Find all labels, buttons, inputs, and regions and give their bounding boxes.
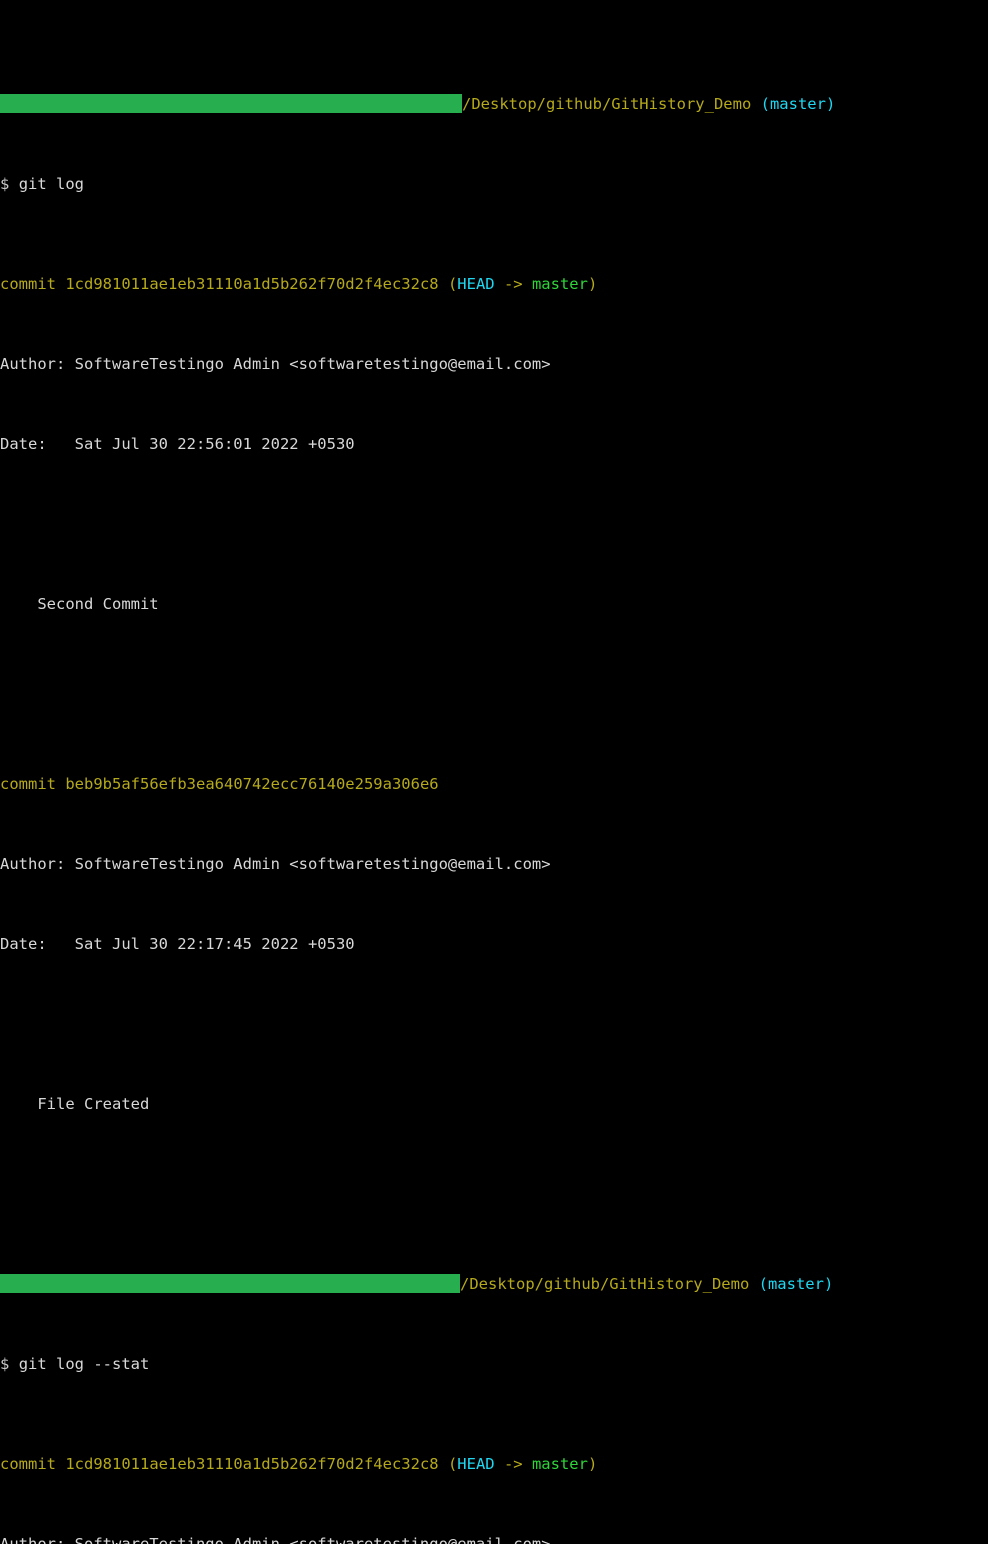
date-value-previous: Sat Jul 30 22:17:45 2022 +0530	[74, 935, 355, 953]
date-label-previous: Date:	[0, 935, 75, 953]
command-gap-2	[9, 1355, 18, 1373]
commit-ref-arrow-head-stat: ->	[494, 1455, 532, 1473]
commit-line-previous: commit beb9b5af56efb3ea640742ecc76140e25…	[0, 774, 988, 794]
prompt-branch-2: (master)	[758, 1275, 834, 1293]
commit-label-head-stat: commit	[0, 1455, 56, 1473]
command-line-1: $ git log	[0, 174, 988, 194]
author-value-head-stat: SoftwareTestingo Admin <softwaretestingo…	[74, 1535, 551, 1544]
redacted-user-host-block-2	[0, 1274, 460, 1293]
commit-space-head	[56, 275, 65, 293]
author-line-previous: Author: SoftwareTestingo Admin <software…	[0, 854, 988, 874]
commit-ref-branch-head-stat: master	[531, 1455, 588, 1473]
author-label-head: Author:	[0, 355, 75, 373]
commit-ref-branch-head: master	[531, 275, 588, 293]
terminal-window[interactable]: /Desktop/github/GitHistory_Demo (master)…	[0, 0, 988, 1544]
prompt-space-1	[751, 95, 760, 113]
prompt-symbol-1: $	[0, 175, 10, 193]
command-text-1: git log	[18, 175, 85, 193]
author-label-previous: Author:	[0, 855, 75, 873]
author-value-previous: SoftwareTestingo Admin <softwaretestingo…	[74, 855, 551, 873]
commit-ref-head-pointer-stat: HEAD	[457, 1455, 495, 1473]
date-line-head: Date: Sat Jul 30 22:56:01 2022 +0530	[0, 434, 988, 454]
command-text-2: git log --stat	[18, 1355, 150, 1373]
prompt-path-2: /Desktop/github/GitHistory_Demo	[460, 1275, 750, 1293]
command-gap-1	[9, 175, 18, 193]
date-value-head: Sat Jul 30 22:56:01 2022 +0530	[74, 435, 355, 453]
commit-hash-head: 1cd981011ae1eb31110a1d5b262f70d2f4ec32c8	[65, 275, 439, 293]
commit-ref-close-head: )	[587, 275, 598, 293]
commit-space-head-stat	[56, 1455, 65, 1473]
commit-label-previous: commit	[0, 775, 56, 793]
prompt-line-2: /Desktop/github/GitHistory_Demo (master)	[0, 1274, 988, 1294]
commit-message-head: Second Commit	[0, 595, 159, 613]
prompt-line-1: /Desktop/github/GitHistory_Demo (master)	[0, 94, 988, 114]
prompt-branch-1: (master)	[760, 95, 836, 113]
author-label-head-stat: Author:	[0, 1535, 75, 1544]
author-line-head-stat: Author: SoftwareTestingo Admin <software…	[0, 1534, 988, 1544]
commit-ref-head-pointer: HEAD	[457, 275, 495, 293]
commit-hash-head-stat: 1cd981011ae1eb31110a1d5b262f70d2f4ec32c8	[65, 1455, 439, 1473]
author-value-head: SoftwareTestingo Admin <softwaretestingo…	[74, 355, 551, 373]
commit-line-head-stat: commit 1cd981011ae1eb31110a1d5b262f70d2f…	[0, 1454, 988, 1474]
commit-ref-arrow-head: ->	[494, 275, 532, 293]
command-line-2: $ git log --stat	[0, 1354, 988, 1374]
commit-message-previous: File Created	[0, 1095, 150, 1113]
author-line-head: Author: SoftwareTestingo Admin <software…	[0, 354, 988, 374]
commit-label-head: commit	[0, 275, 56, 293]
prompt-path-1: /Desktop/github/GitHistory_Demo	[462, 95, 752, 113]
prompt-space-2	[749, 1275, 758, 1293]
commit-ref-open-head: (	[438, 275, 458, 293]
redacted-user-host-block-1	[0, 94, 462, 113]
date-line-previous: Date: Sat Jul 30 22:17:45 2022 +0530	[0, 934, 988, 954]
prompt-symbol-2: $	[0, 1355, 10, 1373]
commit-ref-open-head-stat: (	[438, 1455, 458, 1473]
date-label-head: Date:	[0, 435, 75, 453]
commit-space-previous	[56, 775, 65, 793]
commit-ref-close-head-stat: )	[587, 1455, 598, 1473]
commit-hash-previous: beb9b5af56efb3ea640742ecc76140e259a306e6	[65, 775, 439, 793]
commit-line-head: commit 1cd981011ae1eb31110a1d5b262f70d2f…	[0, 274, 988, 294]
